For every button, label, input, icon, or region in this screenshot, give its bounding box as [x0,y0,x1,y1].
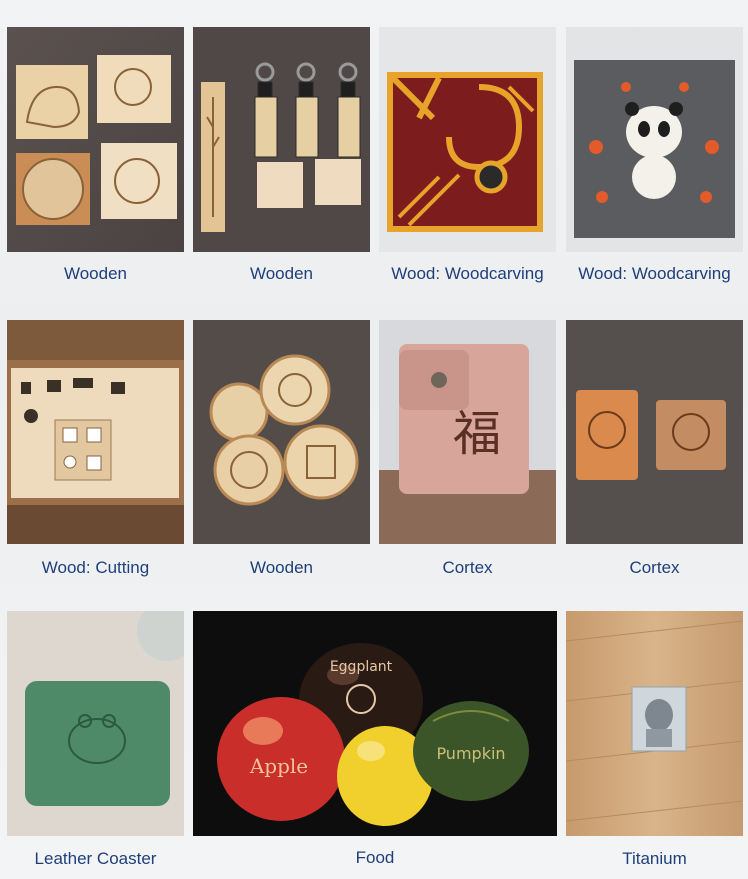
caption-7: Cortex [442,558,493,577]
caption-5: Wood: Cutting [41,558,150,577]
photo-cortex-engraved-cards [566,320,743,544]
photo-wood-slices [193,320,370,544]
photo-woodcarving-panda-panel [566,27,743,252]
caption-9: Leather Coaster [34,849,157,868]
caption-4: Wood: Woodcarving [578,264,731,283]
photo-engraved-food: Eggplant Apple Pumpkin [193,611,557,836]
engraved-apple-text: Apple [249,754,308,778]
photo-wood-cutting-board [7,320,184,544]
caption-1: Wooden [63,264,127,283]
caption-3: Wood: Woodcarving [391,264,544,283]
engraved-fu-character: 福 [453,406,501,462]
photo-woodcarving-bird-panel [379,27,556,252]
caption-8: Cortex [629,558,680,577]
caption-11: Titanium [622,849,687,868]
photo-leather-coaster-frog [7,611,184,836]
caption-2: Wooden [249,264,313,283]
photo-titanium-photo-engraving [566,611,743,836]
photo-wood-animal-engravings [7,27,184,252]
photo-wood-keychains [193,27,370,252]
engraved-eggplant-text: Eggplant [330,659,393,675]
engraved-pumpkin-text: Pumpkin [436,744,505,763]
caption-6: Wooden [249,558,313,577]
product-gallery: Wooden Wooden Wood: Woodcarving Wood: Wo… [0,0,748,879]
caption-10: Food [355,848,395,867]
photo-leather-card-wallet: 福 [379,320,556,544]
